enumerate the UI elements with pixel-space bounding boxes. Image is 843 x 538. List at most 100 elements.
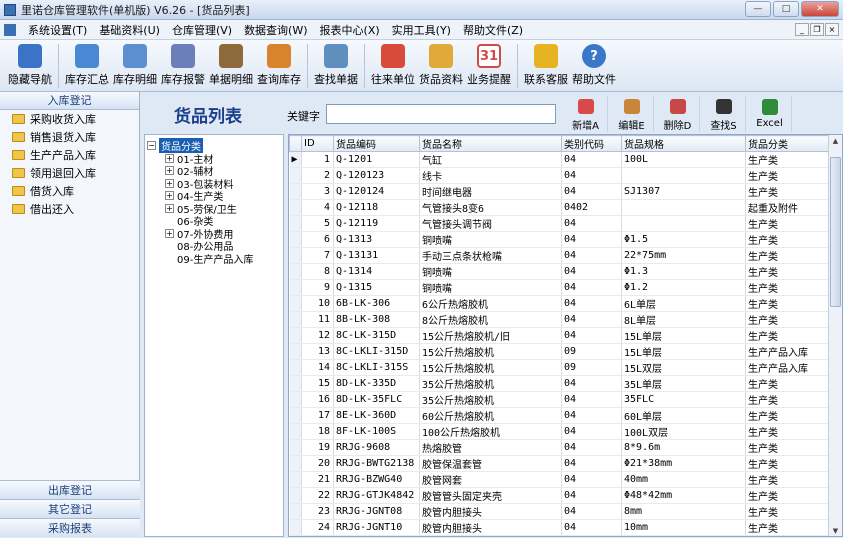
close-button[interactable]: ✕ (801, 1, 839, 17)
row-indicator[interactable] (289, 455, 302, 472)
toolbar-button-11[interactable]: ? 帮助文件 (570, 42, 618, 87)
row-indicator[interactable]: ▶ (289, 151, 302, 168)
row-indicator[interactable] (289, 231, 302, 248)
action-button-3[interactable]: 查找S (702, 96, 746, 132)
table-row[interactable]: 20 RRJG-BWTG2138 胶管保温套管 04 Φ21*38mm 生产类 (289, 455, 831, 472)
table-row[interactable]: ▶ 1 Q-1201 气缸 04 100L 生产类 (289, 151, 831, 168)
menu-reports[interactable]: 报表中心(X) (314, 22, 386, 38)
menu-system-settings[interactable]: 系统设置(T) (22, 22, 93, 38)
column-header-id[interactable]: ID (301, 135, 334, 152)
toolbar-button-3[interactable]: 库存报警 (159, 42, 207, 87)
sidebar-footer-other[interactable]: 其它登记 (0, 499, 140, 518)
sidebar-item-2[interactable]: 生产产品入库 (0, 146, 139, 164)
row-indicator[interactable] (289, 407, 302, 424)
keyword-input[interactable] (326, 104, 556, 124)
toolbar-button-4[interactable]: 单据明细 (207, 42, 255, 87)
action-button-2[interactable]: 删除D (656, 96, 700, 132)
column-header-category[interactable]: 货品分类 (745, 135, 831, 152)
sidebar-item-0[interactable]: 采购收货入库 (0, 110, 139, 128)
row-indicator[interactable] (289, 279, 302, 296)
toolbar-button-8[interactable]: 货品资料 (417, 42, 465, 87)
toolbar-button-10[interactable]: 联系客服 (522, 42, 570, 87)
menu-warehouse[interactable]: 仓库管理(V) (166, 22, 238, 38)
maximize-button[interactable]: □ (773, 1, 799, 17)
table-row[interactable]: 9 Q-1315 铜喷嘴 04 Φ1.2 生产类 (289, 279, 831, 296)
expand-icon[interactable]: + (165, 166, 174, 176)
table-row[interactable]: 11 8B-LK-308 8公斤热熔胶机 04 8L单层 生产类 (289, 311, 831, 328)
toolbar-button-7[interactable]: 往来单位 (369, 42, 417, 87)
sidebar-footer-purchase-report[interactable]: 采购报表 (0, 518, 140, 537)
action-button-4[interactable]: Excel (748, 96, 792, 132)
menu-basic-data[interactable]: 基础资料(U) (93, 22, 166, 38)
mdi-restore-button[interactable]: ❐ (810, 23, 824, 36)
table-row[interactable]: 24 RRJG-JGNT10 胶管内胆接头 04 10mm 生产类 (289, 519, 831, 536)
toolbar-button-1[interactable]: 库存汇总 (63, 42, 111, 87)
row-indicator[interactable] (289, 359, 302, 376)
row-indicator[interactable] (289, 375, 302, 392)
tree-node-4[interactable]: +05-劳保/卫生 (147, 202, 281, 216)
mdi-minimize-button[interactable]: _ (795, 23, 809, 36)
scroll-thumb[interactable] (830, 157, 841, 307)
expand-icon[interactable]: + (165, 228, 174, 238)
table-row[interactable]: 21 RRJG-BZWG40 胶管网套 04 40mm 生产类 (289, 471, 831, 488)
tree-node-0[interactable]: +01-主材 (147, 152, 281, 166)
toolbar-button-9[interactable]: 31 业务提醒 (465, 42, 513, 87)
scroll-up-icon[interactable]: ▲ (829, 135, 842, 148)
minimize-button[interactable]: — (745, 1, 771, 17)
menu-tools[interactable]: 实用工具(Y) (386, 22, 457, 38)
row-indicator[interactable] (289, 343, 302, 360)
sidebar-item-4[interactable]: 借货入库 (0, 182, 139, 200)
row-indicator[interactable] (289, 327, 302, 344)
table-row[interactable]: 12 8C-LK-315D 15公斤热熔胶机/旧 04 15L单层 生产类 (289, 327, 831, 344)
table-row[interactable]: 14 8C-LKLI-315S 15公斤热熔胶机 09 15L双层 生产产品入库 (289, 359, 831, 376)
menu-help[interactable]: 帮助文件(Z) (457, 22, 529, 38)
toolbar-button-0[interactable]: 隐藏导航 (6, 42, 54, 87)
table-row[interactable]: 7 Q-13131 手动三点条状枪嘴 04 22*75mm 生产类 (289, 247, 831, 264)
menu-app-icon[interactable] (4, 23, 16, 36)
column-header-category-code[interactable]: 类别代码 (561, 135, 622, 152)
table-row[interactable]: 6 Q-1313 铜喷嘴 04 Φ1.5 生产类 (289, 231, 831, 248)
table-row[interactable]: 3 Q-120124 时间继电器 04 SJ1307 生产类 (289, 183, 831, 200)
expand-icon[interactable]: + (165, 178, 174, 188)
toolbar-button-5[interactable]: 查询库存 (255, 42, 303, 87)
toolbar-button-6[interactable]: 查找单据 (312, 42, 360, 87)
row-indicator[interactable] (289, 519, 302, 536)
column-header-name[interactable]: 货品名称 (419, 135, 562, 152)
column-header-code[interactable]: 货品编码 (333, 135, 420, 152)
table-row[interactable]: 8 Q-1314 铜喷嘴 04 Φ1.3 生产类 (289, 263, 831, 280)
sidebar-item-1[interactable]: 销售退货入库 (0, 128, 139, 146)
row-indicator[interactable] (289, 503, 302, 520)
collapse-icon[interactable]: − (147, 140, 156, 150)
sidebar-item-5[interactable]: 借出还入 (0, 200, 139, 218)
mdi-close-button[interactable]: × (825, 23, 839, 36)
row-indicator[interactable] (289, 423, 302, 440)
table-row[interactable]: 19 RRJG-9608 热熔胶管 04 8*9.6m 生产类 (289, 439, 831, 456)
row-indicator[interactable] (289, 487, 302, 504)
sidebar-footer-outbound[interactable]: 出库登记 (0, 480, 140, 499)
sidebar-item-3[interactable]: 领用退回入库 (0, 164, 139, 182)
table-row[interactable]: 15 8D-LK-335D 35公斤热熔胶机 04 35L单层 生产类 (289, 375, 831, 392)
table-row[interactable]: 2 Q-120123 线卡 04 生产类 (289, 167, 831, 184)
expand-icon[interactable]: + (165, 153, 174, 163)
tree-root[interactable]: − 货品分类 (147, 137, 281, 153)
sidebar-header-inbound[interactable]: 入库登记 (0, 92, 139, 110)
tree-node-8[interactable]: 09-生产产品入库 (147, 252, 281, 266)
row-indicator[interactable] (289, 471, 302, 488)
table-row[interactable]: 22 RRJG-GTJK4842 胶管管头固定夹壳 04 Φ48*42mm 生产类 (289, 487, 831, 504)
table-row[interactable]: 18 8F-LK-100S 100公斤热熔胶机 04 100L双层 生产类 (289, 423, 831, 440)
row-indicator[interactable] (289, 295, 302, 312)
table-row[interactable]: 13 8C-LKLI-315D 15公斤热熔胶机 09 15L单层 生产产品入库 (289, 343, 831, 360)
table-row[interactable]: 10 6B-LK-306 6公斤热熔胶机 04 6L单层 生产类 (289, 295, 831, 312)
action-button-1[interactable]: 编辑E (610, 96, 654, 132)
expand-icon[interactable]: + (165, 191, 174, 201)
row-indicator[interactable] (289, 311, 302, 328)
row-indicator[interactable] (289, 167, 302, 184)
row-indicator[interactable] (289, 183, 302, 200)
table-row[interactable]: 4 Q-12118 气管接头8变6 0402 起重及附件 (289, 199, 831, 216)
row-indicator[interactable] (289, 439, 302, 456)
row-indicator[interactable] (289, 247, 302, 264)
table-row[interactable]: 5 Q-12119 气管接头调节阀 04 生产类 (289, 215, 831, 232)
row-indicator[interactable] (289, 391, 302, 408)
expand-icon[interactable]: + (165, 203, 174, 213)
row-indicator[interactable] (289, 215, 302, 232)
